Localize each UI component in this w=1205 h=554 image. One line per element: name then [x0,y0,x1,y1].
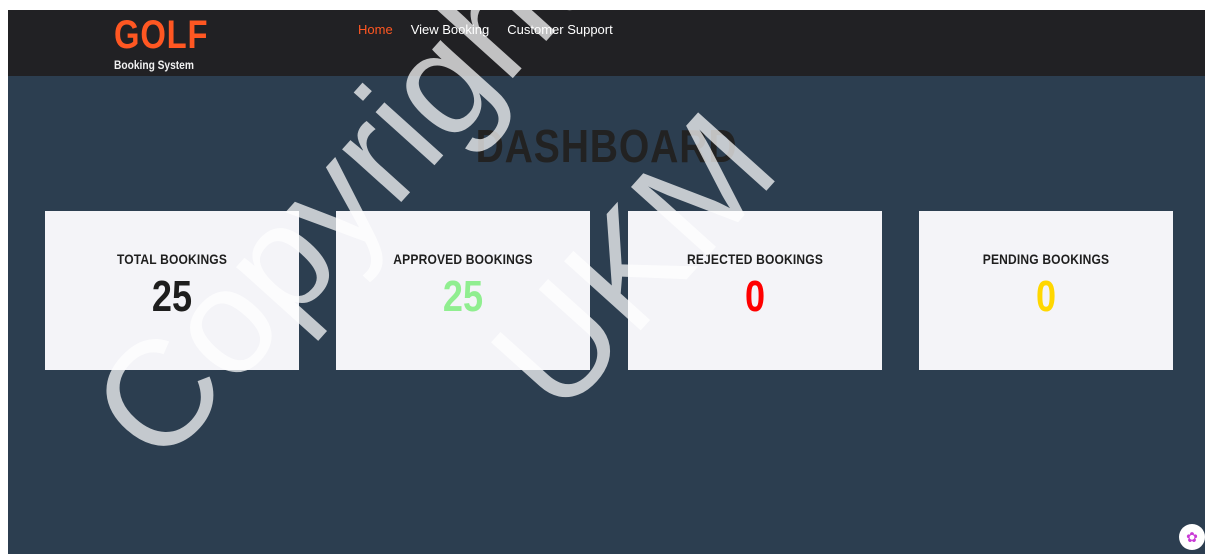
brand-title: GOLF [114,13,209,57]
nav-link-home[interactable]: Home [358,22,393,38]
card-value: 25 [151,272,193,321]
card-pending-bookings: PENDING BOOKINGS 0 [919,211,1173,370]
card-total-bookings: TOTAL BOOKINGS 25 [45,211,299,370]
nav-link-customer-support[interactable]: Customer Support [507,22,613,38]
card-label: APPROVED BOOKINGS [393,251,533,267]
page-title: DASHBOARD [475,120,738,172]
card-rejected-bookings: REJECTED BOOKINGS 0 [628,211,882,370]
brand-subtitle: Booking System [114,58,194,72]
card-value: 0 [1035,272,1057,321]
navbar: GOLF Booking System Home View Booking Cu… [8,10,1205,76]
brand-logo[interactable]: GOLF Booking System [114,14,229,72]
card-label: TOTAL BOOKINGS [116,251,228,267]
card-label: PENDING BOOKINGS [982,251,1110,267]
brain-icon: ✿ [1186,528,1198,545]
card-approved-bookings: APPROVED BOOKINGS 25 [336,211,590,370]
card-value: 25 [442,272,484,321]
nav-link-view-booking[interactable]: View Booking [411,22,490,38]
nav-links: Home View Booking Customer Support [358,22,613,38]
card-value: 0 [744,272,766,321]
card-label: REJECTED BOOKINGS [686,251,824,267]
app-container: GOLF Booking System Home View Booking Cu… [8,10,1205,554]
assistant-button[interactable]: ✿ [1179,524,1205,550]
